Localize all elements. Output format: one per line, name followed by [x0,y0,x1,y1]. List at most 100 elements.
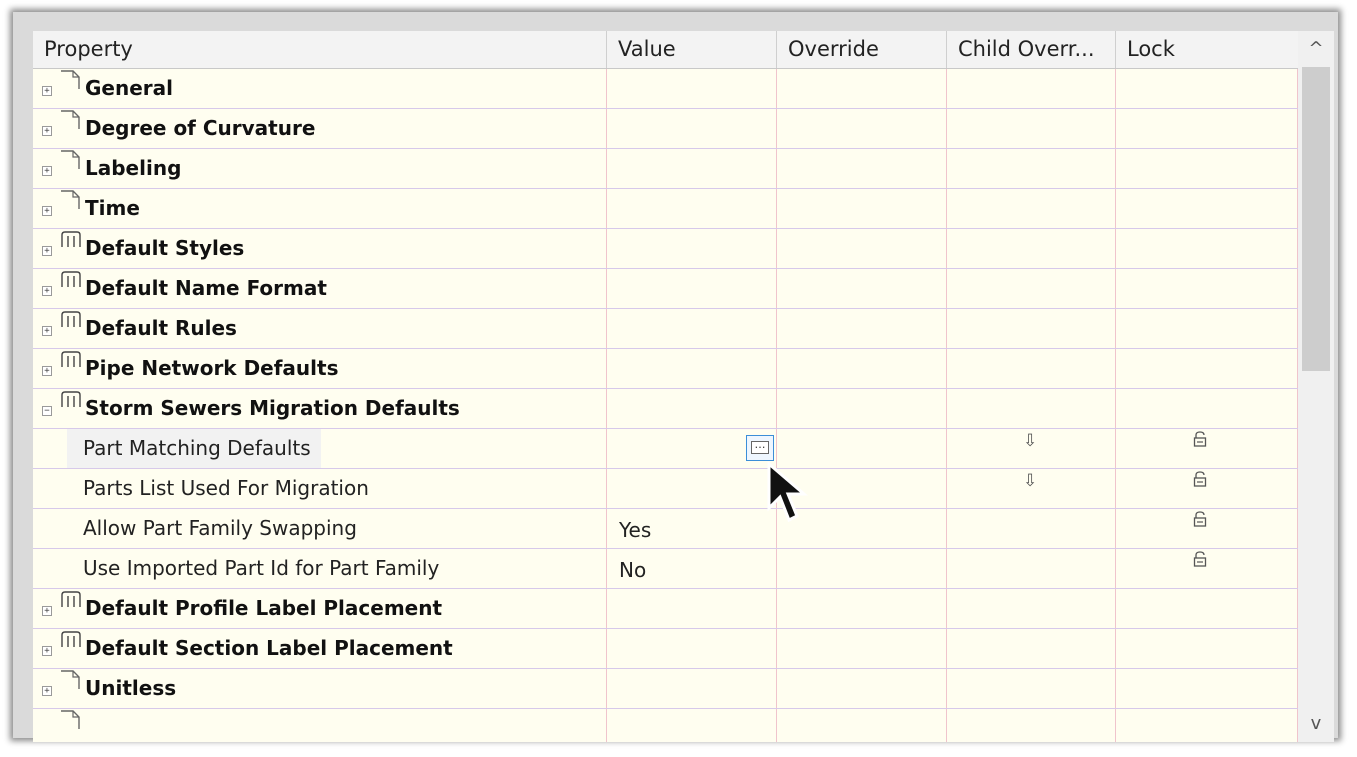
ellipsis-button[interactable]: … [746,435,774,461]
expander-icon[interactable]: − [42,406,52,416]
property-row[interactable]: Use Imported Part Id for Part Family No [33,549,1298,589]
property-value[interactable]: No [619,549,646,588]
child-override-cell[interactable]: ⇩ [947,469,1116,508]
value-cell[interactable] [607,109,777,148]
scroll-up-icon[interactable]: ^ [1298,31,1334,67]
group-row-partial[interactable] [33,709,1298,742]
lock-cell[interactable] [1116,349,1298,388]
child-override-cell[interactable] [947,629,1116,668]
expander-icon[interactable]: + [42,646,52,656]
lock-cell[interactable] [1116,109,1298,148]
override-cell[interactable] [777,309,947,348]
group-row[interactable]: + Unitless [33,669,1298,709]
child-override-cell[interactable] [947,309,1116,348]
override-cell[interactable] [777,349,947,388]
child-override-cell[interactable] [947,589,1116,628]
property-row[interactable]: Part Matching Defaults … ⇩ [33,429,1298,469]
child-override-cell[interactable] [947,669,1116,708]
value-cell[interactable]: Yes [607,509,777,548]
column-header-override[interactable]: Override [777,31,947,68]
value-cell[interactable] [607,349,777,388]
group-row[interactable]: − Storm Sewers Migration Defaults [33,389,1298,429]
lock-cell[interactable] [1116,509,1298,548]
value-cell[interactable] [607,309,777,348]
expander-icon[interactable]: + [42,86,52,96]
override-cell[interactable] [777,389,947,428]
group-row[interactable]: + Default Rules [33,309,1298,349]
group-row[interactable]: + Time [33,189,1298,229]
column-header-value[interactable]: Value [607,31,777,68]
lock-icon[interactable] [1193,431,1207,452]
column-header-lock[interactable]: Lock [1116,31,1298,68]
group-row[interactable]: + Default Section Label Placement [33,629,1298,669]
override-cell[interactable] [777,229,947,268]
lock-cell[interactable] [1116,389,1298,428]
lock-icon[interactable] [1193,511,1207,532]
lock-cell[interactable] [1116,189,1298,228]
value-cell[interactable] [607,69,777,108]
expander-icon[interactable]: + [42,126,52,136]
value-cell[interactable] [607,669,777,708]
lock-cell[interactable] [1116,629,1298,668]
column-header-child-override[interactable]: Child Overr... [947,31,1116,68]
expander-icon[interactable]: + [42,686,52,696]
child-override-cell[interactable] [947,709,1116,742]
override-cell[interactable] [777,549,947,588]
lock-cell[interactable] [1116,669,1298,708]
value-cell[interactable] [607,189,777,228]
child-override-cell[interactable] [947,189,1116,228]
expander-icon[interactable]: + [42,326,52,336]
lock-cell[interactable] [1116,69,1298,108]
expander-icon[interactable]: + [42,166,52,176]
expander-icon[interactable]: + [42,206,52,216]
lock-cell[interactable] [1116,709,1298,742]
override-cell[interactable] [777,269,947,308]
group-row[interactable]: + Labeling [33,149,1298,189]
child-override-cell[interactable] [947,69,1116,108]
override-cell[interactable] [777,69,947,108]
group-row[interactable]: + Default Styles [33,229,1298,269]
lock-cell[interactable] [1116,309,1298,348]
value-cell[interactable] [607,149,777,188]
expander-icon[interactable]: + [42,366,52,376]
property-row[interactable]: Parts List Used For Migration ⇩ [33,469,1298,509]
value-cell[interactable] [607,629,777,668]
value-cell[interactable] [607,709,777,742]
child-override-cell[interactable]: ⇩ [947,429,1116,468]
child-override-cell[interactable] [947,229,1116,268]
override-cell[interactable] [777,149,947,188]
lock-cell[interactable] [1116,229,1298,268]
value-cell[interactable] [607,229,777,268]
value-cell[interactable]: No [607,549,777,588]
scroll-down-icon[interactable]: v [1298,706,1334,742]
override-cell[interactable] [777,669,947,708]
override-cell[interactable] [777,629,947,668]
child-override-cell[interactable] [947,269,1116,308]
lock-cell[interactable] [1116,269,1298,308]
child-override-cell[interactable] [947,149,1116,188]
group-row[interactable]: + Pipe Network Defaults [33,349,1298,389]
value-cell[interactable] [607,269,777,308]
lock-icon[interactable] [1193,551,1207,572]
vertical-scrollbar[interactable]: ^ v [1298,31,1334,742]
scrollbar-thumb[interactable] [1302,67,1330,371]
override-cell[interactable] [777,189,947,228]
value-cell[interactable] [607,589,777,628]
group-row[interactable]: + Default Name Format [33,269,1298,309]
child-override-cell[interactable] [947,389,1116,428]
override-cell[interactable] [777,589,947,628]
child-override-cell[interactable] [947,349,1116,388]
lock-cell[interactable] [1116,429,1298,468]
lock-cell[interactable] [1116,149,1298,188]
child-override-cell[interactable] [947,109,1116,148]
group-row[interactable]: + Degree of Curvature [33,109,1298,149]
child-override-cell[interactable] [947,549,1116,588]
lock-cell[interactable] [1116,589,1298,628]
lock-cell[interactable] [1116,549,1298,588]
group-row[interactable]: + Default Profile Label Placement [33,589,1298,629]
value-cell[interactable] [607,469,777,508]
column-header-property[interactable]: Property [33,31,607,68]
child-override-cell[interactable] [947,509,1116,548]
expander-icon[interactable]: + [42,606,52,616]
expander-icon[interactable]: + [42,246,52,256]
